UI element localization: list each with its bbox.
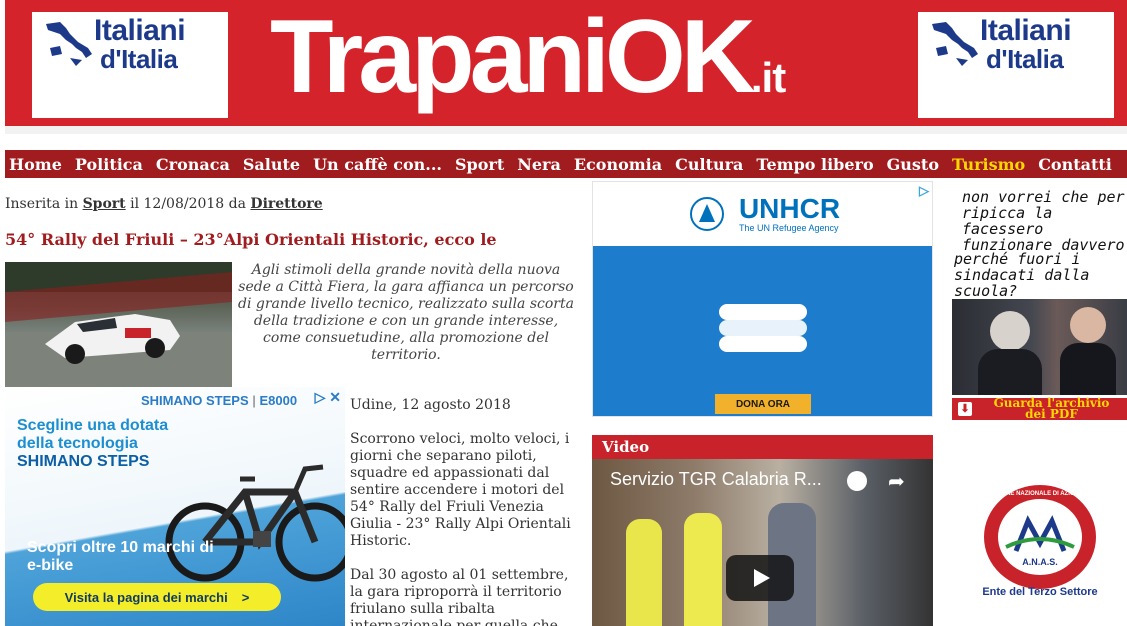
article-body: Udine, 12 agosto 2018 Scorrono veloci, m… <box>350 397 576 626</box>
nav-item-cultura[interactable]: Cultura <box>671 155 752 174</box>
logo-text-italiani: Italiani <box>94 14 186 47</box>
article-dateline: Udine, 12 agosto 2018 <box>350 397 511 413</box>
nav-item-un-caff-con[interactable]: Un caffè con... <box>309 155 451 174</box>
unhcr-ad[interactable]: UNHCR The UN Refugee Agency DONA ORA ▷ <box>592 181 933 417</box>
clock-icon[interactable] <box>847 471 867 491</box>
anas-ring-text: ASSOCIAZIONE NAZIONALE DI AZIONE SOCIALE <box>969 491 1111 497</box>
shimano-headline-1: Scegline una dotata della tecnologia <box>17 417 169 452</box>
italy-map-icon <box>46 22 92 66</box>
video-title[interactable]: Servizio TGR Calabria R... <box>610 469 822 490</box>
meta-category-link[interactable]: Sport <box>83 196 126 212</box>
video-section-title: Video <box>592 435 933 459</box>
logo-text-ditalia: d'Italia <box>100 44 178 74</box>
visit-brands-button[interactable]: Visita la pagina dei marchi > <box>33 583 281 611</box>
donate-button[interactable]: DONA ORA <box>715 394 811 414</box>
cartoon-photo <box>952 299 1127 395</box>
italiani-ditalia-logo-left[interactable]: Italiani d'Italia <box>32 12 228 118</box>
nav-item-turismo[interactable]: Turismo <box>948 155 1034 174</box>
article-paragraph: Scorrono veloci, molto veloci, i giorni … <box>350 431 571 549</box>
adchoices-icon[interactable]: ▷ <box>919 183 929 199</box>
shimano-headline-2: SHIMANO STEPS <box>17 453 150 470</box>
unhcr-name: UNHCR <box>738 193 841 224</box>
unhcr-tagline: The UN Refugee Agency <box>738 223 839 233</box>
meta-date: il 12/08/2018 da <box>130 196 246 212</box>
rally-car-image <box>5 262 232 388</box>
ad-close-icon[interactable]: ▷ ✕ <box>315 389 341 406</box>
anas-caption: Ente del Terzo Settore <box>982 586 1098 598</box>
brand-name: TrapaniOK <box>270 0 756 115</box>
nav-item-home[interactable]: Home <box>5 155 71 174</box>
shimano-model: E8000 <box>259 393 298 408</box>
blanket-icon <box>719 304 807 352</box>
download-icon: ⬇ <box>958 402 972 416</box>
nav-item-politica[interactable]: Politica <box>71 155 152 174</box>
shimano-brand: SHIMANO STEPS <box>141 393 249 408</box>
unhcr-header: UNHCR The UN Refugee Agency <box>593 182 932 246</box>
anas-center-text: A.N.A.S. <box>1022 557 1058 567</box>
article-photo <box>5 262 232 388</box>
speech-bubble: perché fuori i sindacati dalla scuola? <box>954 250 1090 300</box>
site-brand[interactable]: TrapaniOK.it <box>270 0 786 133</box>
person-figure <box>626 519 662 626</box>
article-meta: Inserita in Sport il 12/08/2018 da Diret… <box>5 196 323 212</box>
play-button[interactable] <box>726 555 794 601</box>
logo-text-ditalia: d'Italia <box>986 44 1064 74</box>
shimano-ad[interactable]: SHIMANO STEPS | E8000 ▷ ✕ Scegline una d… <box>5 387 345 626</box>
article-lead: Agli stimoli della grande novità della n… <box>238 262 574 363</box>
nav-item-contatti[interactable]: Contatti <box>1034 155 1121 174</box>
main-nav: Home Politica Cronaca Salute Un caffè con...… <box>5 150 1127 178</box>
shimano-logo: SHIMANO STEPS | E8000 <box>141 393 298 408</box>
nav-item-cronaca[interactable]: Cronaca <box>152 155 239 174</box>
shimano-subheadline: Scopri oltre 10 marchi di e-bike <box>27 539 214 574</box>
pdf-archive-label: Guarda l'archivio dei PDF <box>993 396 1110 421</box>
meta-author-link[interactable]: Direttore <box>250 196 322 212</box>
logo-text-italiani: Italiani <box>980 14 1072 47</box>
nav-item-tempo-libero[interactable]: Tempo libero <box>752 155 882 174</box>
unhcr-logo-icon <box>689 197 724 231</box>
italiani-ditalia-logo-right[interactable]: Italiani d'Italia <box>918 12 1114 118</box>
nav-item-economia[interactable]: Economia <box>570 155 671 174</box>
nav-item-gusto[interactable]: Gusto <box>883 155 948 174</box>
nav-item-salute[interactable]: Salute <box>239 155 309 174</box>
meta-inserted-label: Inserita in <box>5 196 79 212</box>
article-title[interactable]: 54° Rally del Friuli – 23°Alpi Orientali… <box>5 230 575 249</box>
political-cartoon[interactable]: non vorrei che per ripicca la facessero … <box>952 181 1127 395</box>
nav-item-nera[interactable]: Nera <box>513 155 570 174</box>
anas-logo[interactable]: A.N.A.S. ASSOCIAZIONE NAZIONALE DI AZION… <box>966 481 1114 599</box>
speech-bubble: non vorrei che per ripicca la facessero … <box>962 188 1125 254</box>
brand-tld: .it <box>750 54 786 101</box>
person-figure <box>684 513 722 626</box>
nav-item-sport[interactable]: Sport <box>451 155 513 174</box>
share-icon[interactable]: ➦ <box>888 469 905 493</box>
article-paragraph: Dal 30 agosto al 01 settembre, la gara r… <box>350 567 569 626</box>
visit-brands-label: Visita la pagina dei marchi <box>64 589 228 605</box>
chevron-right-icon: > <box>241 589 250 605</box>
unhcr-banner: DONA ORA <box>593 246 932 416</box>
pdf-archive-link[interactable]: ⬇ Guarda l'archivio dei PDF <box>952 396 1127 421</box>
italy-map-icon <box>932 22 978 66</box>
video-player[interactable]: Servizio TGR Calabria R... ➦ <box>592 459 933 626</box>
